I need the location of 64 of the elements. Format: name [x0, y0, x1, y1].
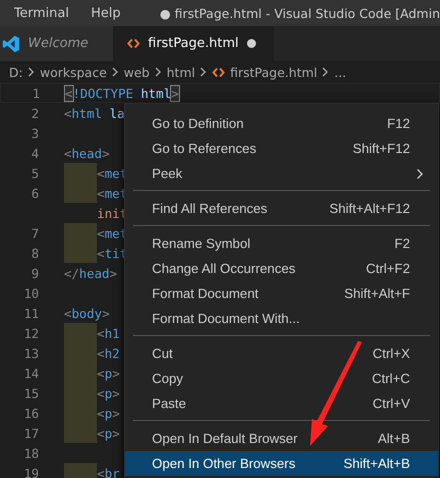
editor-tab[interactable]: firstPage.html — [113, 26, 274, 61]
breadcrumb-item[interactable]: firstPage.html — [212, 64, 318, 80]
code-line: <!DOCTYPE html> — [65, 86, 179, 100]
code-line: <p> — [97, 386, 120, 400]
menu-item[interactable]: Peek — [125, 161, 438, 186]
line-number: 15 — [22, 386, 39, 400]
window-title: ● firstPage.html - Visual Studio Code [Admin — [160, 6, 440, 20]
code-line: <p> — [97, 366, 120, 380]
code-brackets-icon — [127, 38, 140, 49]
menu-item[interactable]: Open In Other Browsers Shift+Alt+B — [125, 451, 438, 476]
line-number: 13 — [22, 346, 39, 360]
code-line: </head> — [64, 266, 118, 280]
breadcrumb-item[interactable]: ... — [334, 64, 346, 80]
menu-bar-item[interactable]: Help — [76, 6, 129, 20]
line-number: 8 — [30, 246, 39, 260]
menu-item[interactable]: Change All Occurrences Ctrl+F2 — [125, 256, 438, 281]
breadcrumb-item[interactable]: D: — [9, 64, 23, 80]
code-line: <p> — [97, 426, 120, 440]
menu-item[interactable]: Rename Symbol F2 — [125, 231, 438, 256]
line-number: 16 — [22, 406, 39, 420]
code-line: <body> — [64, 306, 110, 320]
line-number: 14 — [22, 366, 39, 380]
code-line: <p> — [97, 406, 120, 420]
line-number: 4 — [30, 146, 39, 160]
menu-item[interactable]: Paste Ctrl+V — [125, 391, 438, 416]
line-number: 6 — [30, 186, 39, 200]
menu-item[interactable]: Go to References Shift+F12 — [125, 136, 438, 161]
line-number: 5 — [30, 166, 39, 180]
breadcrumb-item[interactable]: web — [124, 64, 150, 80]
code-line: <h1 — [97, 326, 120, 340]
code-brackets-icon — [212, 66, 226, 78]
line-number: 19 — [22, 466, 39, 478]
breadcrumb-item[interactable]: workspace — [40, 64, 107, 80]
menu-item[interactable]: Open In Default Browser Alt+B — [125, 426, 438, 451]
chevron-icon — [154, 67, 162, 77]
code-line: <html la — [64, 106, 125, 120]
chevron-icon — [28, 67, 35, 77]
line-number: 17 — [22, 426, 39, 440]
line-number: 18 — [22, 446, 39, 460]
menu-item[interactable]: Copy Ctrl+C — [125, 366, 438, 391]
menu-item[interactable]: Cut Ctrl+X — [125, 341, 438, 366]
menu-item[interactable]: Format Document With... — [125, 306, 438, 331]
line-number: 2 — [30, 106, 39, 120]
code-line: <br — [97, 466, 120, 478]
breadcrumb-item[interactable]: html — [166, 64, 196, 80]
code-line: <h2 — [97, 346, 120, 360]
line-number: 10 — [22, 286, 39, 300]
editor-tab[interactable]: Welcome — [0, 26, 113, 61]
chevron-icon — [322, 67, 330, 77]
chevron-icon — [112, 67, 119, 77]
line-number: 3 — [30, 126, 39, 140]
menu-item[interactable]: Go to Definition F12 — [125, 111, 438, 136]
line-number: 9 — [30, 266, 39, 280]
menu-item[interactable]: Format Document Shift+Alt+F — [125, 281, 438, 306]
submenu-chevron-icon — [416, 168, 424, 180]
line-number: 12 — [22, 326, 39, 340]
menu-bar-item[interactable]: Terminal — [0, 6, 77, 20]
line-number: 1 — [31, 86, 40, 100]
line-number: 7 — [30, 226, 39, 240]
line-number: 11 — [22, 306, 39, 320]
app-logo-icon — [2, 34, 20, 52]
chevron-icon — [200, 67, 208, 77]
menu-item[interactable]: Find All References Shift+Alt+F12 — [125, 196, 438, 221]
code-line: <head> — [64, 146, 110, 160]
